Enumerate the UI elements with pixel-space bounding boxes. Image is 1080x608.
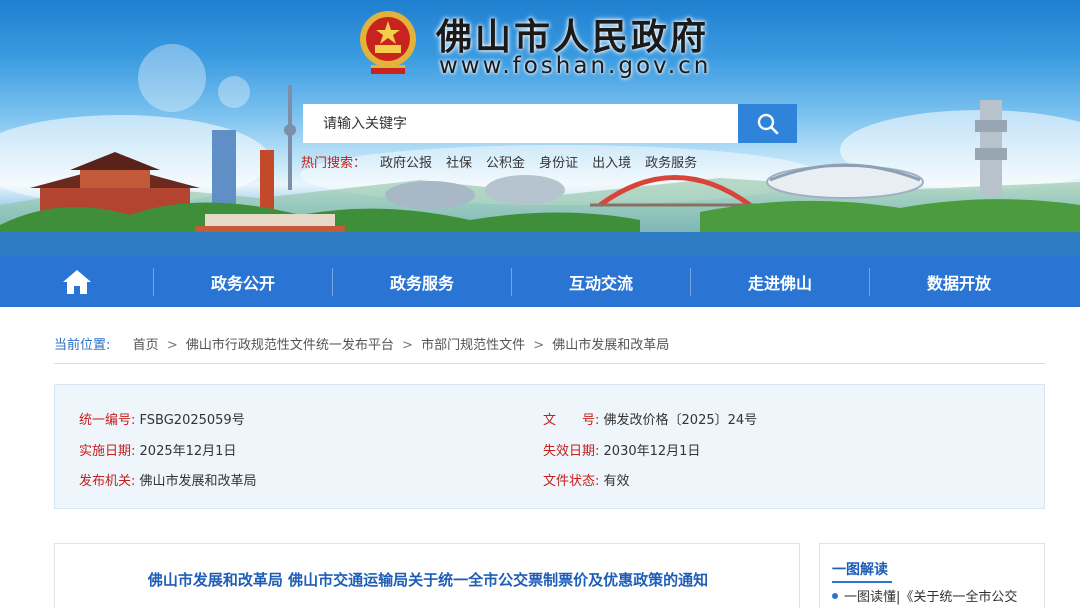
breadcrumb-separator: > bbox=[166, 338, 178, 353]
nav-item-gov-affairs[interactable]: 政务公开 bbox=[154, 256, 332, 307]
document-info-box: 统一编号: FSBG2025059号 文 号: 佛发改价格〔2025〕24号 实… bbox=[54, 384, 1045, 509]
nav-item-about-foshan[interactable]: 走进佛山 bbox=[691, 256, 869, 307]
info-expire-date-value: 2030年12月1日 bbox=[603, 444, 701, 459]
info-status-value: 有效 bbox=[603, 474, 630, 489]
hot-search-label: 热门搜索： bbox=[301, 156, 367, 171]
hot-search-item[interactable]: 身份证 bbox=[539, 152, 578, 171]
main-nav: 政务公开 政务服务 互动交流 走进佛山 数据开放 bbox=[0, 256, 1080, 307]
breadcrumb-link[interactable]: 佛山市发展和改革局 bbox=[552, 338, 669, 353]
info-issuer-label: 发布机关: bbox=[79, 474, 136, 489]
hot-search: 热门搜索： 政府公报 社保 公积金 身份证 出入境 政务服务 bbox=[301, 152, 697, 171]
article-panel: 佛山市发展和改革局 佛山市交通运输局关于统一全市公交票制票价及优惠政策的通知 bbox=[54, 543, 800, 608]
breadcrumb-separator: > bbox=[533, 338, 545, 353]
nav-item-open-data[interactable]: 数据开放 bbox=[870, 256, 1048, 307]
sidebar-heading-underline bbox=[832, 581, 892, 583]
search-icon bbox=[757, 113, 778, 134]
nav-home[interactable] bbox=[0, 256, 153, 307]
hot-search-item[interactable]: 政府公报 bbox=[380, 152, 432, 171]
breadcrumb-link[interactable]: 市部门规范性文件 bbox=[421, 338, 525, 353]
info-doc-number-value: 佛发改价格〔2025〕24号 bbox=[603, 413, 758, 428]
sidebar-link[interactable]: 一图读懂|《关于统一全市公交 bbox=[832, 586, 1017, 605]
hot-search-item[interactable]: 政务服务 bbox=[645, 152, 697, 171]
breadcrumb-label: 当前位置: bbox=[54, 338, 111, 353]
search-input[interactable] bbox=[303, 104, 739, 143]
home-icon bbox=[62, 269, 91, 294]
site-domain: www.foshan.gov.cn bbox=[439, 53, 712, 79]
breadcrumb-link[interactable]: 佛山市行政规范性文件统一发布平台 bbox=[186, 338, 394, 353]
info-doc-number: 文 号: 佛发改价格〔2025〕24号 bbox=[543, 409, 757, 428]
hot-search-item[interactable]: 社保 bbox=[446, 152, 472, 171]
info-effective-date: 实施日期: 2025年12月1日 bbox=[79, 440, 236, 459]
info-serial: 统一编号: FSBG2025059号 bbox=[79, 409, 245, 428]
info-status: 文件状态: 有效 bbox=[543, 470, 630, 489]
info-issuer: 发布机关: 佛山市发展和改革局 bbox=[79, 470, 257, 489]
sidebar-panel: 一图解读 一图读懂|《关于统一全市公交 bbox=[819, 543, 1045, 608]
info-status-label: 文件状态: bbox=[543, 474, 600, 489]
article-title: 佛山市发展和改革局 佛山市交通运输局关于统一全市公交票制票价及优惠政策的通知 bbox=[147, 571, 709, 589]
info-serial-label: 统一编号: bbox=[79, 413, 136, 428]
breadcrumb-link[interactable]: 首页 bbox=[133, 338, 159, 353]
header-banner: 佛山市人民政府 www.foshan.gov.cn 热门搜索： 政府公报 社保 … bbox=[0, 0, 1080, 256]
nav-item-gov-services[interactable]: 政务服务 bbox=[333, 256, 511, 307]
breadcrumb-separator: > bbox=[402, 338, 413, 353]
info-doc-number-label: 文 号: bbox=[543, 413, 600, 428]
info-issuer-value: 佛山市发展和改革局 bbox=[139, 474, 257, 489]
bullet-icon bbox=[832, 592, 838, 599]
breadcrumb-divider bbox=[54, 363, 1045, 364]
info-effective-date-label: 实施日期: bbox=[79, 444, 136, 459]
national-emblem-icon bbox=[360, 11, 416, 74]
info-expire-date: 失效日期: 2030年12月1日 bbox=[543, 440, 700, 459]
sidebar-link-text[interactable]: 一图读懂|《关于统一全市公交 bbox=[844, 590, 1017, 605]
search-button[interactable] bbox=[738, 104, 797, 143]
info-effective-date-value: 2025年12月1日 bbox=[139, 444, 237, 459]
info-expire-date-label: 失效日期: bbox=[543, 444, 600, 459]
breadcrumb: 当前位置: 首页 > 佛山市行政规范性文件统一发布平台 > 市部门规范性文件 >… bbox=[54, 334, 669, 353]
hot-search-item[interactable]: 出入境 bbox=[592, 152, 631, 171]
info-serial-value: FSBG2025059号 bbox=[139, 413, 245, 428]
hot-search-item[interactable]: 公积金 bbox=[486, 152, 525, 171]
nav-item-interaction[interactable]: 互动交流 bbox=[512, 256, 690, 307]
sidebar-heading: 一图解读 bbox=[832, 562, 888, 578]
